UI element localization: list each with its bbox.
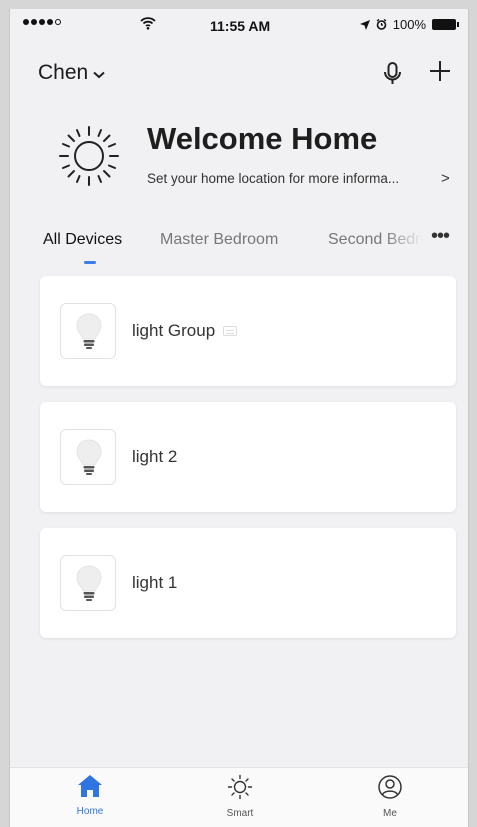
tab-home[interactable]: Home — [50, 774, 130, 817]
tab-home-label: Home — [76, 806, 104, 817]
device-card-light-group[interactable]: light Group — [40, 276, 456, 386]
tab-master-bedroom[interactable]: Master Bedroom — [160, 231, 278, 249]
battery-icon — [432, 19, 459, 30]
status-bar: 11:55 AM 100% — [10, 9, 468, 43]
tab-all-devices[interactable]: All Devices — [43, 231, 122, 249]
set-location-link[interactable]: Set your home location for more informa.… — [147, 171, 399, 186]
microphone-icon[interactable] — [378, 57, 408, 91]
battery-percentage: 100% — [392, 17, 426, 32]
top-bar: Chen — [10, 57, 468, 97]
device-name: light 2 — [132, 447, 177, 467]
welcome-title: Welcome Home — [147, 121, 378, 156]
device-name-text: light Group — [132, 321, 216, 340]
phone-screen: 11:55 AM 100% Chen Welcome Home Set your… — [9, 9, 469, 827]
alarm-icon — [376, 19, 387, 30]
bottom-tab-bar: Home Smart Me — [10, 767, 468, 827]
device-card-light-2[interactable]: light 2 — [40, 402, 456, 512]
home-selector[interactable]: Chen — [38, 61, 105, 85]
light-bulb-icon — [60, 303, 116, 359]
location-arrow-icon — [359, 19, 370, 30]
device-name-text: light 1 — [132, 573, 178, 592]
chevron-right-icon[interactable]: > — [441, 170, 450, 187]
more-rooms-icon[interactable]: ••• — [431, 225, 450, 248]
active-tab-indicator — [84, 261, 96, 264]
welcome-section: Welcome Home Set your home location for … — [10, 109, 468, 199]
wifi-icon — [140, 17, 156, 30]
user-icon — [378, 775, 402, 799]
signal-strength-icon — [23, 19, 61, 25]
tab-me-label: Me — [383, 808, 397, 819]
add-device-button[interactable] — [428, 53, 452, 89]
light-bulb-icon — [60, 429, 116, 485]
tab-second-bedroom[interactable]: Second Bedroom — [328, 231, 423, 249]
plus-icon — [430, 61, 450, 81]
group-icon — [223, 326, 238, 336]
room-tabs: All Devices Master Bedroom Second Bedroo… — [10, 225, 468, 275]
home-name: Chen — [38, 61, 89, 84]
status-time: 11:55 AM — [210, 18, 271, 34]
chevron-down-icon — [93, 71, 105, 78]
tab-smart-label: Smart — [226, 808, 254, 819]
tab-me[interactable]: Me — [350, 774, 430, 819]
sun-icon — [59, 126, 119, 186]
status-right: 100% — [359, 17, 459, 32]
tab-smart[interactable]: Smart — [200, 774, 280, 819]
device-name: light Group — [132, 321, 238, 341]
sun-icon — [227, 774, 253, 800]
device-name: light 1 — [132, 573, 177, 593]
device-card-light-1[interactable]: light 1 — [40, 528, 456, 638]
home-icon — [78, 775, 102, 797]
device-name-text: light 2 — [132, 447, 178, 466]
light-bulb-icon — [60, 555, 116, 611]
